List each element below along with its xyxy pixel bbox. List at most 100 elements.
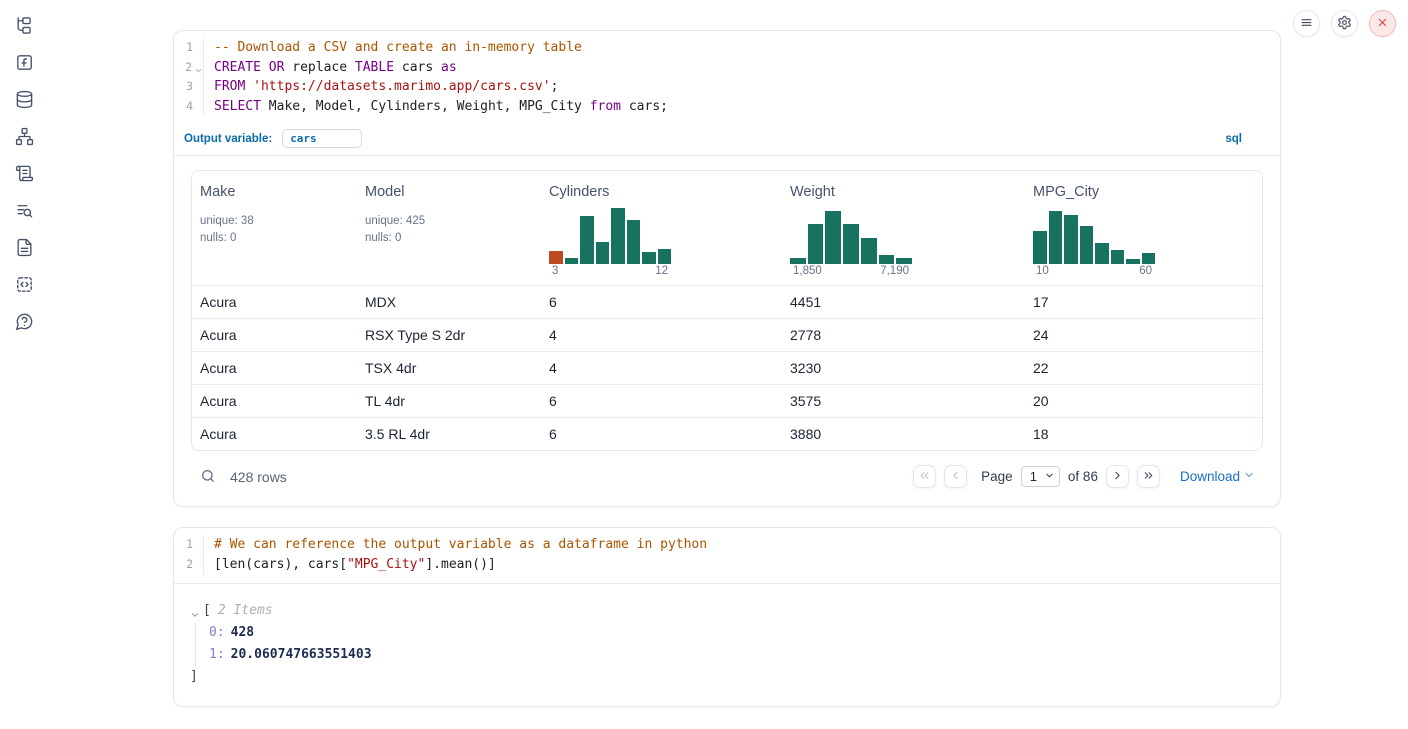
histogram-bar[interactable] [808,224,824,264]
sql-cell: 1-- Download a CSV and create an in-memo… [173,30,1281,507]
table-header: Makeunique: 38nulls: 0Modelunique: 425nu… [192,171,1262,285]
shutdown-button[interactable] [1369,10,1396,37]
table-footer: 428 rows Page 1 of 86 Download [191,451,1263,490]
code-token [245,79,253,94]
table-cell: 22 [1025,360,1262,376]
previous-page-button[interactable] [944,465,967,488]
histogram-bar[interactable] [825,211,841,264]
items-count: 2 Items [218,600,273,622]
close-bracket: ] [190,666,1264,688]
next-page-button[interactable] [1106,465,1129,488]
tree-item[interactable]: 1:20.060747663551403 [209,644,1264,666]
last-page-button[interactable] [1137,465,1160,488]
histogram-bar[interactable] [611,208,625,264]
histogram-bar[interactable] [1142,253,1156,264]
sidebar-item-snippets[interactable] [12,275,36,297]
item-index: 1: [209,647,225,662]
column-header[interactable]: Weight1,8507,190 [782,171,1025,285]
histogram-bar[interactable] [1033,231,1047,265]
histogram-bar[interactable] [1126,259,1140,265]
fold-chevron-icon[interactable] [194,62,203,71]
histogram-bar[interactable] [861,238,877,265]
table-row[interactable]: AcuraTSX 4dr4323022 [192,351,1262,384]
download-button[interactable]: Download [1180,469,1255,484]
table-body: AcuraMDX6445117AcuraRSX Type S 2dr427782… [192,285,1262,450]
histogram-bar[interactable] [658,249,672,265]
sidebar-item-outline[interactable] [12,201,36,223]
table-row[interactable]: AcuraTL 4dr6357520 [192,384,1262,417]
sql-cell-toolbar: Output variable: sql [174,124,1280,156]
code-token: SELECT [214,99,261,114]
table-cell: TSX 4dr [357,360,541,376]
page-select[interactable]: 1 [1021,466,1060,487]
topbar [1293,10,1396,37]
tree-root[interactable]: [ 2 Items [190,600,1264,622]
histogram-bar[interactable] [1095,243,1109,264]
histogram-bar[interactable] [580,216,594,264]
table-row[interactable]: AcuraRSX Type S 2dr4277824 [192,318,1262,351]
list-search-icon [15,201,34,223]
chevron-down-icon[interactable] [190,606,200,616]
table-cell: Acura [192,393,357,409]
histogram-bar[interactable] [1080,226,1094,264]
histogram-bar[interactable] [565,258,579,265]
column-header[interactable]: MPG_City1060 [1025,171,1262,285]
histogram-bar[interactable] [596,242,610,264]
line-number: 2 [186,555,201,575]
histogram-axis: 312 [549,264,671,277]
histogram-bar[interactable] [1049,211,1063,264]
column-header[interactable]: Cylinders312 [541,171,782,285]
settings-button[interactable] [1331,10,1358,37]
line-number: 3 [186,77,201,97]
scroll-icon [15,164,34,186]
tree-item[interactable]: 0:428 [209,622,1264,644]
language-badge: sql [1225,133,1270,145]
code-text: [len(cars), cars["MPG_City"].mean()] [204,555,496,575]
histogram-bar[interactable] [790,258,806,265]
code-line[interactable]: 2[len(cars), cars["MPG_City"].mean()] [174,555,1280,575]
table-row[interactable]: Acura3.5 RL 4dr6388018 [192,417,1262,450]
code-text: FROM 'https://datasets.marimo.app/cars.c… [204,77,558,97]
histogram-bar[interactable] [896,258,912,265]
histogram-bar[interactable] [627,220,641,265]
code-line[interactable]: 3FROM 'https://datasets.marimo.app/cars.… [174,77,1280,97]
column-header[interactable]: Makeunique: 38nulls: 0 [192,171,357,285]
first-page-button[interactable] [913,465,936,488]
histogram-bar[interactable] [642,252,656,264]
sidebar-item-help[interactable] [12,312,36,334]
code-line[interactable]: 2CREATE OR replace TABLE cars as [174,58,1280,78]
sidebar-item-logs[interactable] [12,164,36,186]
code-line[interactable]: 1-- Download a CSV and create an in-memo… [174,38,1280,58]
sidebar-item-file-explorer[interactable] [12,16,36,38]
histogram-bar[interactable] [843,224,859,264]
table-cell: 6 [541,393,782,409]
sql-code-editor[interactable]: 1-- Download a CSV and create an in-memo… [174,31,1280,124]
table-search-button[interactable] [199,468,217,486]
histogram-bar[interactable] [549,251,563,264]
output-variable-input[interactable] [282,129,362,148]
sidebar-item-documentation[interactable] [12,238,36,260]
table-cell: Acura [192,360,357,376]
sidebar-item-dependencies[interactable] [12,127,36,149]
histogram-bar[interactable] [1064,215,1078,264]
table-cell: 4 [541,327,782,343]
code-token: cars [394,60,441,75]
histogram-bar[interactable] [879,255,895,264]
code-token: ].mean()] [425,557,495,572]
data-table: Makeunique: 38nulls: 0Modelunique: 425nu… [191,170,1263,451]
table-row[interactable]: AcuraMDX6445117 [192,285,1262,318]
sidebar-item-variables[interactable] [12,53,36,75]
sidebar-item-data-sources[interactable] [12,90,36,112]
python-code-editor[interactable]: 1# We can reference the output variable … [174,528,1280,583]
code-token: CREATE OR [214,60,284,75]
code-token: 'https://datasets.marimo.app/cars.csv' [253,79,550,94]
download-label: Download [1180,469,1240,484]
notebook-menu-button[interactable] [1293,10,1320,37]
table-cell: 18 [1025,426,1262,442]
column-header[interactable]: Modelunique: 425nulls: 0 [357,171,541,285]
code-line[interactable]: 4SELECT Make, Model, Cylinders, Weight, … [174,97,1280,117]
histogram-bar[interactable] [1111,250,1125,265]
histogram-axis: 1,8507,190 [790,264,912,277]
code-line[interactable]: 1# We can reference the output variable … [174,535,1280,555]
line-number: 1 [186,535,201,555]
